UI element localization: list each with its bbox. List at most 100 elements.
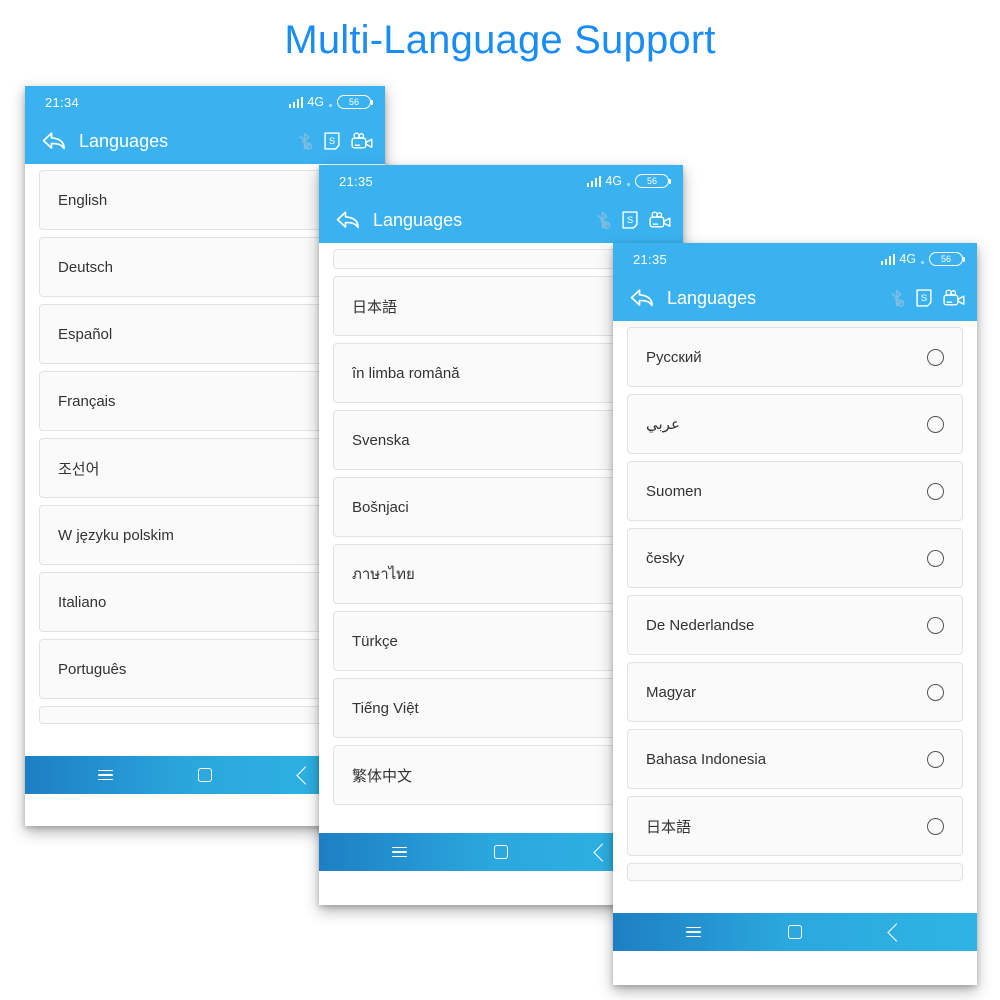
svg-text:S: S <box>329 136 335 147</box>
language-radio-button[interactable] <box>927 482 944 500</box>
app-header-icons: S <box>888 289 965 307</box>
data-activity-icon <box>329 103 332 107</box>
list-item[interactable]: عربي <box>627 394 963 454</box>
app-header-icons: S <box>296 132 373 150</box>
sd-card-icon[interactable]: S <box>916 289 932 307</box>
language-name: Magyar <box>646 683 697 701</box>
language-radio-button[interactable] <box>927 683 944 701</box>
signal-bars-icon <box>288 96 304 108</box>
language-list[interactable]: Русский عربي Suomen česky De Nederlandse Magy… <box>613 321 977 913</box>
network-type-label: 4G <box>605 174 622 188</box>
app-header: Languages S <box>319 197 683 243</box>
language-radio-button[interactable] <box>927 817 944 835</box>
language-name: Português <box>58 660 127 678</box>
nav-back-button[interactable] <box>876 913 916 951</box>
battery-indicator: 56 <box>635 174 671 188</box>
language-name: 日本語 <box>646 818 692 836</box>
battery-level-label: 56 <box>348 96 359 107</box>
chevron-left-icon <box>295 765 315 785</box>
battery-indicator: 56 <box>337 95 373 109</box>
camcorder-icon[interactable] <box>649 211 671 229</box>
language-name: Français <box>58 392 116 410</box>
language-name: عربي <box>646 416 680 433</box>
battery-level-label: 56 <box>646 175 657 186</box>
language-name: Italiano <box>58 593 107 611</box>
hamburger-icon <box>686 924 702 941</box>
language-radio-button[interactable] <box>927 750 944 768</box>
status-indicators: 4G 56 <box>586 174 671 188</box>
language-name: Bošnjaci <box>352 498 409 516</box>
list-item[interactable]: De Nederlandse <box>627 595 963 655</box>
system-navigation-bar <box>613 913 977 951</box>
status-time: 21:35 <box>633 251 668 267</box>
nav-home-button[interactable] <box>481 833 521 871</box>
status-bar: 21:35 4G 56 <box>613 243 977 275</box>
app-header: Languages S <box>613 275 977 321</box>
list-item[interactable]: Русский <box>627 327 963 387</box>
hamburger-icon <box>392 844 408 861</box>
bluetooth-off-icon[interactable] <box>296 132 313 150</box>
bluetooth-off-icon[interactable] <box>594 211 611 229</box>
chevron-left-icon <box>593 842 612 862</box>
language-name: česky <box>646 549 685 567</box>
language-name: Bahasa Indonesia <box>646 750 767 768</box>
list-item[interactable]: 日本語 <box>627 796 963 856</box>
app-header-icons: S <box>594 211 671 229</box>
back-arrow-icon[interactable] <box>629 287 655 309</box>
battery-indicator: 56 <box>929 252 965 266</box>
hamburger-icon <box>97 767 113 784</box>
language-radio-button[interactable] <box>927 549 944 567</box>
data-activity-icon <box>921 260 924 264</box>
language-name: în limba română <box>352 364 460 382</box>
svg-text:S: S <box>921 293 927 304</box>
page-title: Multi-Language Support <box>284 18 716 62</box>
nav-menu-button[interactable] <box>674 913 714 951</box>
language-name: Suomen <box>646 482 702 500</box>
home-square-icon <box>198 768 212 782</box>
list-item-partial-bottom[interactable] <box>627 863 963 881</box>
signal-bars-icon <box>586 175 602 187</box>
nav-menu-button[interactable] <box>380 833 420 871</box>
status-indicators: 4G 56 <box>880 252 965 266</box>
svg-text:S: S <box>627 215 633 226</box>
language-name: Türkçe <box>352 632 398 650</box>
back-arrow-icon[interactable] <box>335 209 361 231</box>
language-name: English <box>58 191 108 209</box>
app-header-title: Languages <box>373 209 463 230</box>
back-arrow-icon[interactable] <box>41 130 67 152</box>
status-time: 21:35 <box>339 173 374 189</box>
list-item[interactable]: Suomen <box>627 461 963 521</box>
language-name: Русский <box>646 348 702 366</box>
data-activity-icon <box>627 182 630 186</box>
language-name: W języku polskim <box>58 526 174 544</box>
camcorder-icon[interactable] <box>943 289 965 307</box>
language-radio-button[interactable] <box>927 616 944 634</box>
phone-mockup-3: 21:35 4G 56 Languages S Русский عربي Suomen česk… <box>613 243 977 985</box>
language-name: Svenska <box>352 431 410 449</box>
sd-card-icon[interactable]: S <box>622 211 638 229</box>
language-radio-button[interactable] <box>927 415 944 433</box>
nav-home-button[interactable] <box>185 756 225 794</box>
signal-bars-icon <box>880 253 896 265</box>
status-bar: 21:34 4G 56 <box>25 86 385 118</box>
language-name: 繁体中文 <box>352 767 413 785</box>
list-item[interactable]: Bahasa Indonesia <box>627 729 963 789</box>
sd-card-icon[interactable]: S <box>324 132 340 150</box>
camcorder-icon[interactable] <box>351 132 373 150</box>
language-name: Español <box>58 325 113 343</box>
language-radio-button[interactable] <box>927 348 944 366</box>
nav-menu-button[interactable] <box>85 756 125 794</box>
bluetooth-off-icon[interactable] <box>888 289 905 307</box>
chevron-left-icon <box>887 922 906 942</box>
home-square-icon <box>493 845 508 859</box>
network-type-label: 4G <box>307 95 324 109</box>
battery-level-label: 56 <box>940 253 951 264</box>
nav-home-button[interactable] <box>775 913 815 951</box>
language-name: Deutsch <box>58 258 114 276</box>
status-bar: 21:35 4G 56 <box>319 165 683 197</box>
status-time: 21:34 <box>45 94 80 110</box>
list-item[interactable]: česky <box>627 528 963 588</box>
list-item[interactable]: Magyar <box>627 662 963 722</box>
app-header-title: Languages <box>667 287 757 308</box>
app-header-title: Languages <box>79 130 169 151</box>
